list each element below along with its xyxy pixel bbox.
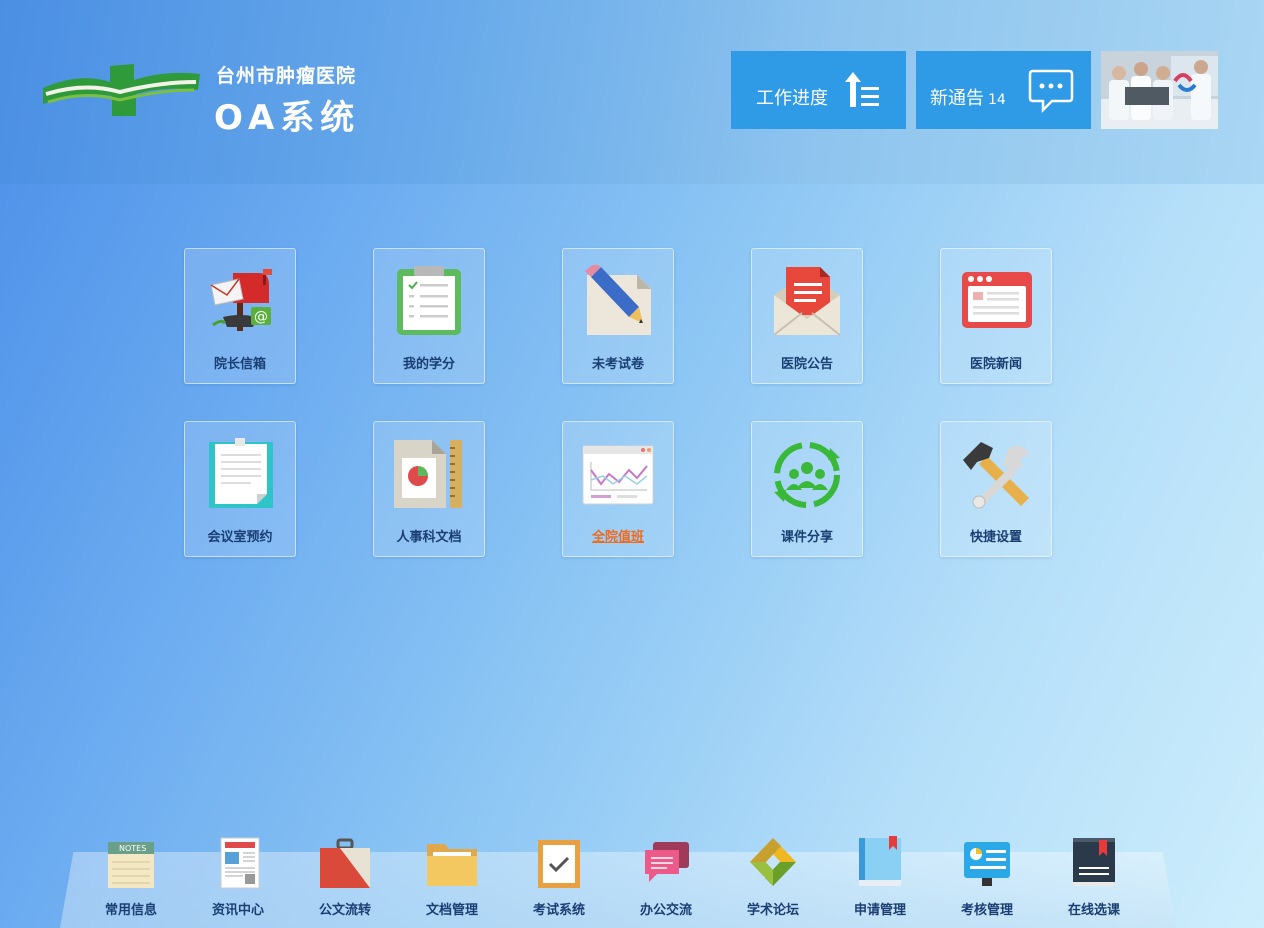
tile-label[interactable]: 全院值班 bbox=[563, 526, 673, 545]
tile-label: 会议室预约 bbox=[207, 530, 273, 545]
dock-label: 公文流转 bbox=[318, 903, 371, 918]
tile-hospital-notice[interactable]: 医院公告 bbox=[751, 248, 863, 384]
system-title: OA系统 bbox=[214, 98, 361, 138]
mailbox-icon: @ bbox=[210, 269, 272, 331]
tile-meeting-room-booking[interactable]: 会议室预约 bbox=[184, 421, 296, 557]
dock-label: 考核管理 bbox=[960, 903, 1013, 918]
hammer-wrench-icon bbox=[963, 442, 1029, 509]
doctors-photo bbox=[1101, 51, 1218, 129]
dock-item-exam-system[interactable]: 考试系统 bbox=[514, 834, 604, 928]
dock-item-common-info[interactable]: NOTES 常用信息 bbox=[86, 834, 176, 928]
users-cycle-icon bbox=[774, 442, 840, 508]
svg-text:NOTES: NOTES bbox=[119, 844, 146, 853]
chat-bubbles-icon bbox=[645, 842, 689, 882]
upload-list-icon bbox=[845, 72, 879, 107]
dock-item-assessment-management[interactable]: 考核管理 bbox=[942, 834, 1032, 928]
notes-icon: NOTES bbox=[108, 842, 154, 888]
tile-label: 医院公告 bbox=[780, 357, 833, 372]
line-chart-icon bbox=[582, 445, 654, 505]
tile-pending-exam[interactable]: 未考试卷 bbox=[562, 248, 674, 384]
tile-label: 课件分享 bbox=[780, 530, 833, 545]
forum-icon bbox=[750, 838, 796, 886]
tile-courseware-share[interactable]: 课件分享 bbox=[751, 421, 863, 557]
dock-label: 办公交流 bbox=[639, 903, 692, 918]
folder-icon bbox=[427, 844, 477, 886]
document-ruler-icon bbox=[394, 440, 462, 508]
hospital-logo bbox=[43, 64, 200, 116]
tile-label: 人事科文档 bbox=[396, 530, 462, 545]
dock-label: 文档管理 bbox=[425, 903, 478, 918]
notice-count: 14 bbox=[988, 92, 1006, 108]
book-icon bbox=[1073, 838, 1115, 886]
browser-window-icon bbox=[962, 272, 1032, 328]
new-notice-button[interactable]: 新通告 14 bbox=[916, 51, 1091, 129]
tile-quick-settings[interactable]: 快捷设置 bbox=[940, 421, 1052, 557]
briefcase-icon bbox=[320, 838, 370, 888]
pencil-paper-icon bbox=[585, 265, 651, 335]
new-notice-label: 新通告 bbox=[930, 88, 984, 109]
dock-item-document-flow[interactable]: 公文流转 bbox=[300, 834, 390, 928]
dock-item-office-chat[interactable]: 办公交流 bbox=[621, 834, 711, 928]
dock-label: 在线选课 bbox=[1067, 903, 1120, 918]
checklist-icon bbox=[538, 840, 580, 888]
work-progress-label: 工作进度 bbox=[756, 88, 828, 109]
notepad-icon bbox=[209, 438, 273, 508]
tile-president-mailbox[interactable]: @ 院长信箱 bbox=[184, 248, 296, 384]
dock-label: 学术论坛 bbox=[746, 903, 799, 918]
dock-label: 常用信息 bbox=[104, 903, 157, 918]
work-progress-button[interactable]: 工作进度 bbox=[731, 51, 906, 129]
svg-text:@: @ bbox=[254, 309, 268, 325]
id-card-icon bbox=[964, 842, 1010, 886]
dock-item-document-management[interactable]: 文档管理 bbox=[407, 834, 497, 928]
tile-label: 我的学分 bbox=[402, 357, 455, 372]
tile-my-credits[interactable]: 我的学分 bbox=[373, 248, 485, 384]
dock-item-online-course[interactable]: 在线选课 bbox=[1049, 834, 1139, 928]
dock-label: 考试系统 bbox=[532, 903, 585, 918]
dock-item-application-management[interactable]: 申请管理 bbox=[835, 834, 925, 928]
bookmark-book-icon bbox=[859, 836, 901, 886]
tile-hr-documents[interactable]: 人事科文档 bbox=[373, 421, 485, 557]
tile-label: 医院新闻 bbox=[969, 357, 1022, 372]
envelope-letter-icon bbox=[773, 267, 841, 336]
dock-label: 资讯中心 bbox=[211, 903, 264, 918]
tile-label: 院长信箱 bbox=[213, 357, 266, 372]
dock-item-news-center[interactable]: 资讯中心 bbox=[193, 834, 283, 928]
chat-icon bbox=[1028, 69, 1074, 114]
clipboard-icon bbox=[397, 266, 461, 335]
newspaper-icon bbox=[220, 837, 260, 889]
tile-hospital-news[interactable]: 医院新闻 bbox=[940, 248, 1052, 384]
dock-item-academic-forum[interactable]: 学术论坛 bbox=[728, 834, 818, 928]
dock-label: 申请管理 bbox=[853, 903, 906, 918]
tile-hospital-duty[interactable]: 全院值班 bbox=[562, 421, 674, 557]
tile-label: 快捷设置 bbox=[969, 530, 1022, 545]
hospital-name: 台州市肿瘤医院 bbox=[216, 65, 357, 87]
tile-label: 未考试卷 bbox=[591, 357, 644, 372]
